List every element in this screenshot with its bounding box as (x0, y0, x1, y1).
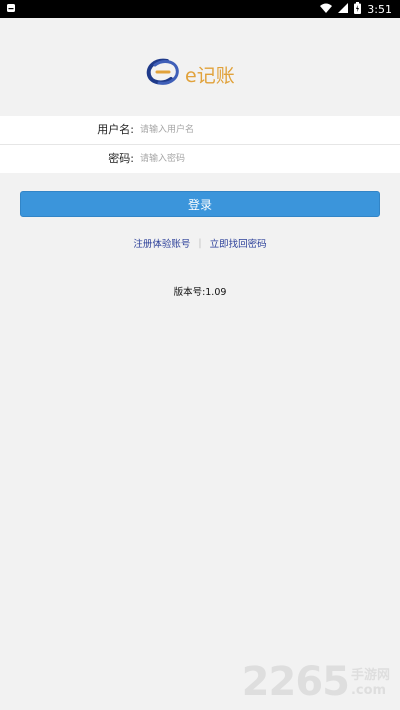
wifi-icon (320, 3, 333, 17)
status-icons: 3:51 (320, 2, 392, 17)
link-divider: | (198, 237, 202, 249)
status-bar: 3:51 (0, 0, 400, 18)
auth-links: 注册体验账号 | 立即找回密码 (0, 236, 400, 251)
version-label: 版本号:1.09 (173, 287, 227, 298)
watermark-cn: 手游网 (350, 668, 390, 683)
recover-password-link[interactable]: 立即找回密码 (210, 236, 267, 250)
username-row: 用户名: (0, 116, 400, 144)
login-form: 用户名: 密码: (0, 116, 400, 173)
battery-icon (354, 2, 362, 17)
username-label: 用户名: (97, 123, 134, 136)
password-row: 密码: (0, 144, 400, 173)
status-time: 3:51 (367, 3, 392, 16)
watermark-number: 2265 (241, 659, 350, 705)
app-logo: e记账 (145, 57, 235, 91)
password-input[interactable] (140, 149, 390, 169)
login-button[interactable]: 登录 (20, 191, 380, 217)
site-watermark: 2265 手游网 .com (242, 662, 390, 702)
username-input[interactable] (140, 120, 390, 140)
notification-icon (6, 3, 16, 16)
password-label: 密码: (108, 152, 134, 165)
logo-mark-icon (145, 57, 181, 91)
signal-icon (338, 2, 349, 17)
logo-text: e记账 (185, 64, 235, 87)
watermark-com: .com (350, 683, 387, 698)
register-link[interactable]: 注册体验账号 (133, 236, 190, 250)
